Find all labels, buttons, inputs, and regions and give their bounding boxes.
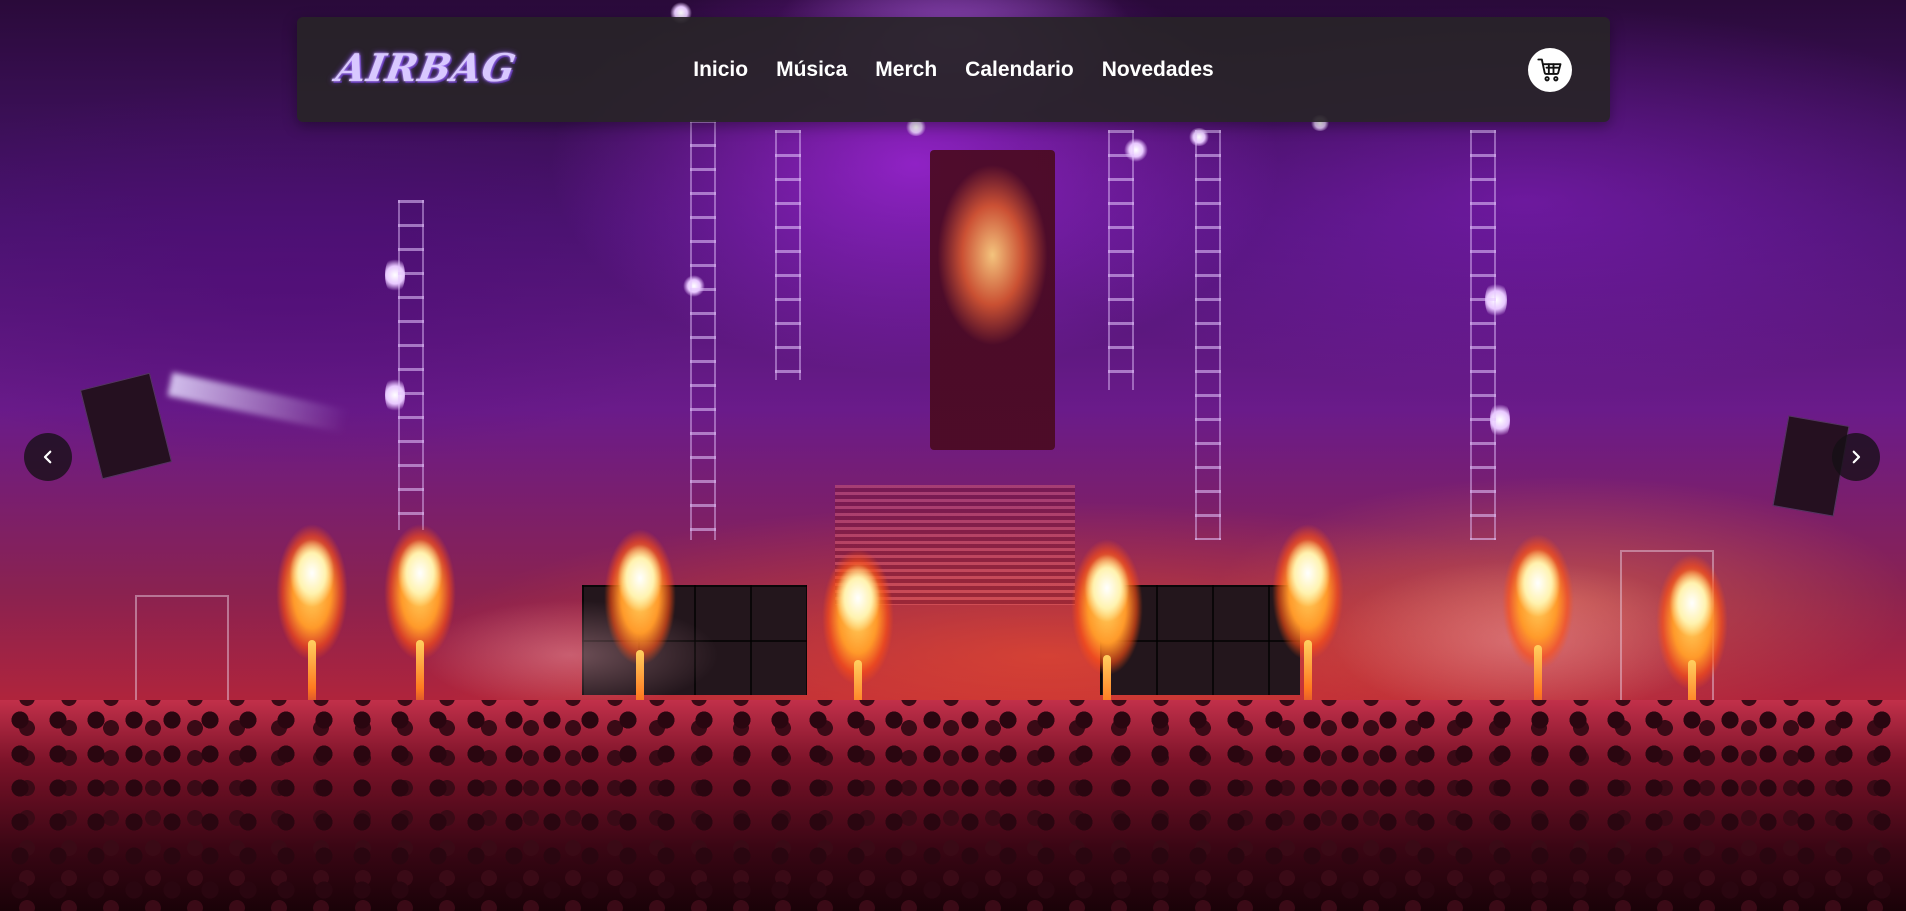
shopping-cart-icon	[1537, 58, 1562, 82]
stage-truss	[775, 130, 801, 380]
crowd	[0, 700, 1906, 911]
brand-logo-text: AIRBAG	[332, 44, 520, 90]
carousel-next-button[interactable]	[1832, 433, 1880, 481]
spotlight-beam	[167, 372, 349, 434]
stage-truss	[690, 120, 716, 540]
pa-speaker	[79, 372, 173, 480]
nav-link-inicio[interactable]: Inicio	[691, 58, 750, 82]
stage-video-screen	[930, 150, 1055, 450]
main-navbar: AIRBAG Inicio Música Merch Calendario No…	[297, 17, 1610, 122]
cart-button[interactable]	[1528, 48, 1572, 92]
carousel-prev-button[interactable]	[24, 433, 72, 481]
hero-carousel: AIRBAG Inicio Música Merch Calendario No…	[0, 0, 1906, 911]
stage-truss	[1470, 130, 1496, 540]
brand-logo[interactable]: AIRBAG	[333, 31, 520, 103]
chevron-right-icon	[1852, 450, 1861, 464]
stage-truss	[1195, 130, 1221, 540]
nav-link-novedades[interactable]: Novedades	[1100, 58, 1216, 82]
stage-truss	[1108, 130, 1134, 390]
nav-link-calendario[interactable]: Calendario	[963, 58, 1076, 82]
nav-link-musica[interactable]: Música	[774, 58, 849, 82]
stage-truss	[398, 200, 424, 530]
chevron-left-icon	[43, 450, 52, 464]
nav-link-merch[interactable]: Merch	[873, 58, 939, 82]
